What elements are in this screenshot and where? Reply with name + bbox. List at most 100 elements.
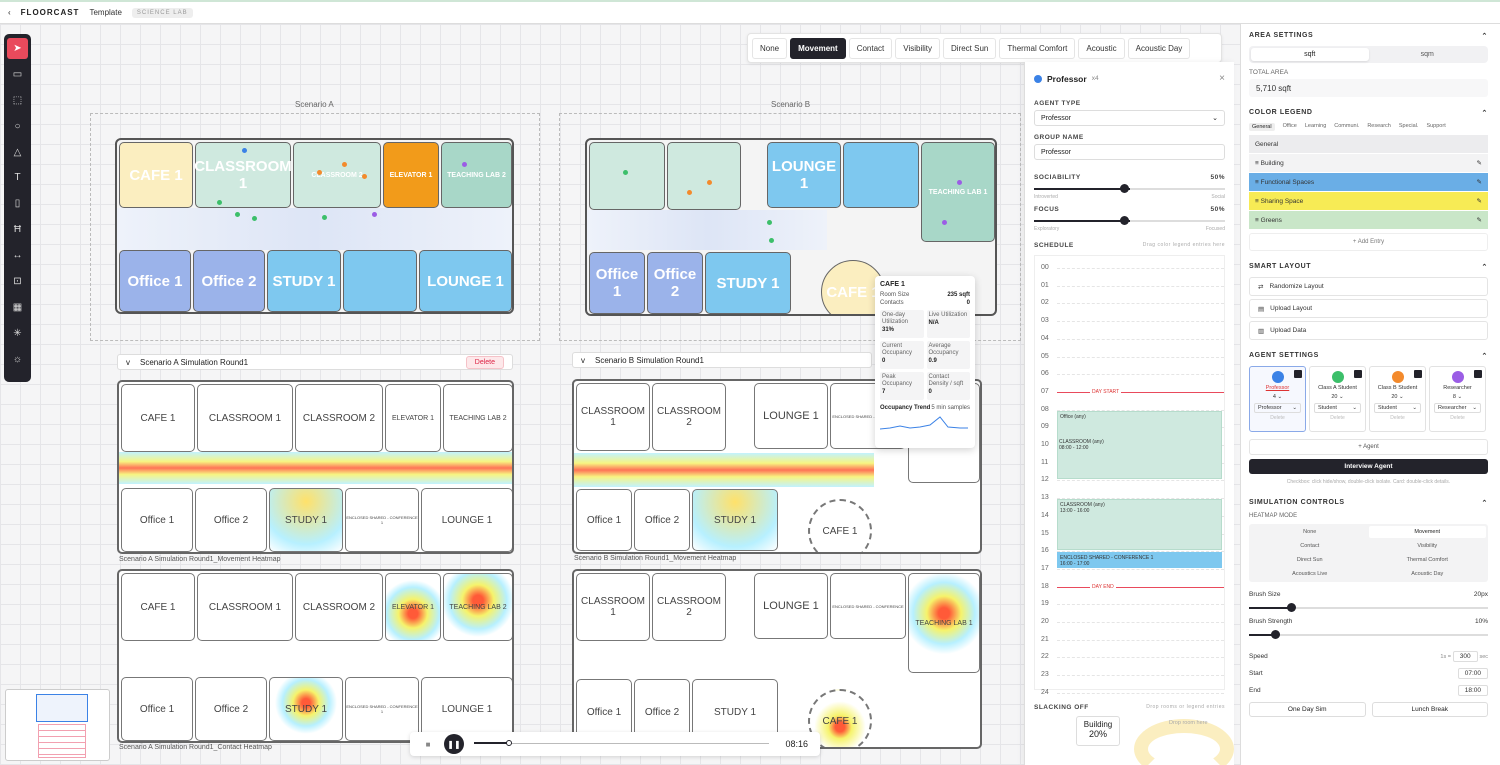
heat-room[interactable]: CAFE 1 <box>121 573 195 641</box>
circle-icon[interactable]: ○ <box>7 116 28 137</box>
room-study-1[interactable]: STUDY 1 <box>705 252 791 314</box>
heat-room[interactable]: ENCLOSED SHARED - CONFERENCE <box>830 573 906 639</box>
template-link[interactable]: Template <box>89 8 121 17</box>
scenario-a-sim-header[interactable]: v Scenario A Simulation Round1 Delete <box>117 354 513 370</box>
schedule-timeline[interactable]: 00 01 02 03 04 05 06 07 08 09 10 11 12 13 14 15 16 17 18 19… <box>1034 255 1225 696</box>
interview-agent-button[interactable]: Interview Agent <box>1249 459 1488 474</box>
agent-type-dropdown[interactable]: Student ⌄ <box>1374 403 1421 413</box>
scenario-a-movement-heatmap[interactable]: CAFE 1 CLASSROOM 1 CLASSROOM 2 ELEVATOR … <box>117 380 514 554</box>
agent-dot[interactable] <box>362 174 367 179</box>
heat-room[interactable]: CLASSROOM 1 <box>197 573 293 641</box>
heat-mode-direct-sun[interactable]: Direct Sun <box>1251 554 1369 566</box>
heat-room[interactable]: CLASSROOM 1 <box>576 383 650 451</box>
heat-mode-movement[interactable]: Movement <box>1368 526 1486 538</box>
agent-dot[interactable] <box>957 180 962 185</box>
area-settings-header[interactable]: AREA SETTINGS ⌃ <box>1249 32 1488 40</box>
add-agent-button[interactable]: + Agent <box>1249 439 1488 455</box>
drag-handle-icon[interactable]: ≡ <box>1255 179 1259 186</box>
schedule-block[interactable]: CLASSROOM (any) 13:00 - 16:00 <box>1057 499 1222 551</box>
heat-room[interactable]: CAFE 1 <box>808 499 872 552</box>
schedule-block[interactable]: CLASSROOM (any) 08:00 - 12:00 <box>1057 437 1222 479</box>
simulation-controls-header[interactable]: SIMULATION CONTROLS ⌃ <box>1249 499 1488 507</box>
heat-room[interactable]: Office 1 <box>121 677 193 741</box>
heat-room[interactable]: STUDY 1 <box>269 677 343 741</box>
room-teaching-lab-2[interactable]: TEACHING LAB 2 <box>441 142 512 208</box>
agent-dot[interactable] <box>462 162 467 167</box>
agent-dot[interactable] <box>317 170 322 175</box>
heat-room[interactable]: CLASSROOM 2 <box>652 383 726 451</box>
room-classroom-2[interactable]: CLASSROOM 2 <box>293 142 381 208</box>
heat-room[interactable]: CLASSROOM 2 <box>652 573 726 641</box>
agent-settings-header[interactable]: AGENT SETTINGS ⌃ <box>1249 352 1488 360</box>
pause-icon[interactable]: ❚❚ <box>444 734 464 754</box>
heat-mode-none[interactable]: None <box>1251 526 1369 538</box>
room-lounge-1[interactable]: LOUNGE 1 <box>419 250 512 312</box>
agent-dot[interactable] <box>252 216 257 221</box>
heat-room[interactable]: ENCLOSED SHARED - CONFERENCE 1 <box>345 677 419 741</box>
close-icon[interactable]: × <box>1219 73 1225 84</box>
slacking-area[interactable]: Drop room here Building 20% <box>1034 714 1234 765</box>
agent-card[interactable]: Researcher 8 ⌄ Researcher ⌄ Delete <box>1429 366 1486 432</box>
agent-type-dropdown[interactable]: Professor ⌄ <box>1254 403 1301 413</box>
heat-room[interactable]: ENCLOSED SHARED - CONFERENCE 1 <box>345 488 419 552</box>
agent-dot[interactable] <box>942 220 947 225</box>
back-icon[interactable]: ‹ <box>8 8 11 17</box>
delete-sim-button[interactable]: Delete <box>465 355 504 369</box>
playback-slider[interactable] <box>474 740 770 747</box>
agent-count-stepper[interactable]: 4 ⌄ <box>1250 394 1305 400</box>
room-office-1[interactable]: Office 1 <box>589 252 645 314</box>
room-elevator[interactable]: ELEVATOR 1 <box>383 142 439 208</box>
heat-room[interactable]: CLASSROOM 1 <box>576 573 650 641</box>
room-cafe[interactable]: CAFE 1 <box>119 142 193 208</box>
room-lounge-1[interactable]: LOUNGE 1 <box>767 142 841 208</box>
agent-count-stepper[interactable]: 20 ⌄ <box>1310 394 1365 400</box>
room-conference[interactable] <box>843 142 919 208</box>
heat-room[interactable]: CAFE 1 <box>121 384 195 452</box>
room-office-2[interactable]: Office 2 <box>647 252 703 314</box>
heat-mode-acoustics-live[interactable]: Acoustics Live <box>1251 568 1369 580</box>
heat-room[interactable]: Office 2 <box>195 488 267 552</box>
visibility-checkbox[interactable] <box>1414 370 1422 378</box>
lunch-break-button[interactable]: Lunch Break <box>1371 702 1488 717</box>
room-classroom-1[interactable] <box>589 142 665 210</box>
triangle-icon[interactable]: △ <box>7 142 28 163</box>
heat-room[interactable]: ELEVATOR 1 <box>385 384 441 452</box>
room-office-2[interactable]: Office 2 <box>193 250 265 312</box>
agent-card[interactable]: Class B Student 20 ⌄ Student ⌄ Delete <box>1369 366 1426 432</box>
visibility-checkbox[interactable] <box>1294 370 1302 378</box>
room-study-1[interactable]: STUDY 1 <box>267 250 341 312</box>
rectangle-icon[interactable]: ▭ <box>7 64 28 85</box>
stairs-icon[interactable]: Ħ <box>7 219 28 240</box>
mode-acoustic[interactable]: Acoustic <box>1078 37 1125 59</box>
collapse-icon[interactable]: v <box>126 358 130 367</box>
agent-dot[interactable] <box>767 220 772 225</box>
heat-mode-thermal[interactable]: Thermal Comfort <box>1369 554 1487 566</box>
mode-acoustic-day[interactable]: Acoustic Day <box>1127 37 1191 59</box>
legend-item[interactable]: ≡ Sharing Space ✎ <box>1249 192 1488 210</box>
scenario-a-plan[interactable]: CAFE 1 CLASSROOM 1 CLASSROOM 2 ELEVATOR … <box>115 138 514 314</box>
legend-tab[interactable]: Learning <box>1305 123 1326 131</box>
focus-slider[interactable] <box>1034 216 1225 226</box>
agent-dot[interactable] <box>242 148 247 153</box>
heat-room[interactable]: CLASSROOM 2 <box>295 384 383 452</box>
agent-dot[interactable] <box>235 212 240 217</box>
agent-type-dropdown[interactable]: Student ⌄ <box>1314 403 1361 413</box>
slack-room-card[interactable]: Building 20% <box>1076 716 1120 746</box>
agent-type-dropdown[interactable]: Researcher ⌄ <box>1434 403 1481 413</box>
agent-dot[interactable] <box>769 238 774 243</box>
mode-visibility[interactable]: Visibility <box>895 37 941 59</box>
visibility-checkbox[interactable] <box>1474 370 1482 378</box>
agent-count-stepper[interactable]: 8 ⌄ <box>1430 394 1485 400</box>
mode-thermal-comfort[interactable]: Thermal Comfort <box>999 37 1076 59</box>
heat-room[interactable]: LOUNGE 1 <box>421 488 512 552</box>
text-icon[interactable]: T <box>7 167 28 188</box>
heat-room[interactable]: Office 1 <box>121 488 193 552</box>
heat-room[interactable]: Office 2 <box>195 677 267 741</box>
legend-item[interactable]: ≡ Greens ✎ <box>1249 211 1488 229</box>
legend-tab[interactable]: Support <box>1426 123 1445 131</box>
scenario-b-contact-heatmap[interactable]: CLASSROOM 1 CLASSROOM 2 LOUNGE 1 ENCLOSE… <box>572 569 982 749</box>
schedule-block[interactable]: ENCLOSED SHARED - CONFERENCE 1 16:00 - 17… <box>1057 552 1222 568</box>
heat-mode-visibility[interactable]: Visibility <box>1369 540 1487 552</box>
agent-delete[interactable]: Delete <box>1250 415 1305 421</box>
agent-dot[interactable] <box>372 212 377 217</box>
